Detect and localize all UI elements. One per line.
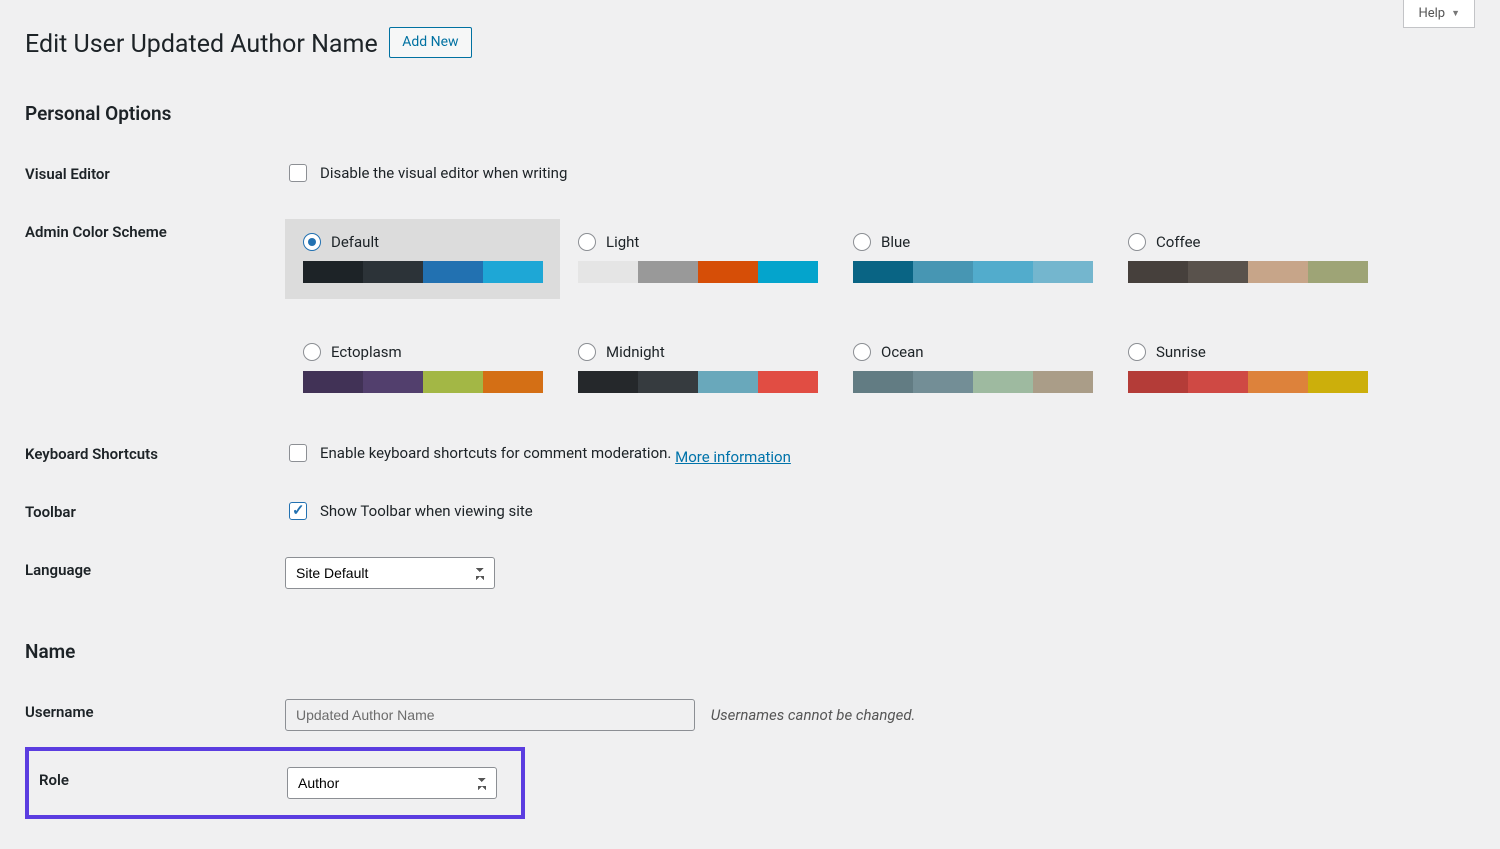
color-scheme-label: Light [606, 233, 639, 251]
color-swatch [1248, 371, 1308, 393]
toolbar-checkbox[interactable] [289, 502, 307, 520]
color-scheme-option[interactable]: Midnight [560, 329, 835, 409]
keyboard-shortcuts-field[interactable]: Enable keyboard shortcuts for comment mo… [285, 441, 671, 465]
color-swatch [913, 261, 973, 283]
radio-icon [578, 233, 596, 251]
color-scheme-option[interactable]: Blue [835, 219, 1110, 299]
help-tab[interactable]: Help ▼ [1403, 0, 1475, 28]
color-swatch [578, 261, 638, 283]
visual-editor-checkbox[interactable] [289, 164, 307, 182]
color-scheme-label: Ectoplasm [331, 343, 402, 361]
section-name: Name [25, 640, 1475, 663]
radio-icon [853, 343, 871, 361]
color-scheme-option[interactable]: Light [560, 219, 835, 299]
color-swatch [1308, 261, 1368, 283]
color-swatch [698, 261, 758, 283]
color-scheme-label: Midnight [606, 343, 665, 361]
color-scheme-option[interactable]: Coffee [1110, 219, 1385, 299]
color-swatches [853, 371, 1093, 393]
color-swatch [483, 261, 543, 283]
label-admin-color-scheme: Admin Color Scheme [25, 203, 285, 425]
keyboard-shortcuts-checkbox[interactable] [289, 444, 307, 462]
page-title: Edit User Updated Author Name [25, 30, 378, 59]
color-scheme-label: Blue [881, 233, 910, 251]
keyboard-shortcuts-checkbox-label: Enable keyboard shortcuts for comment mo… [320, 444, 671, 462]
label-username: Username [25, 683, 285, 747]
color-swatches [578, 371, 818, 393]
radio-icon [303, 233, 321, 251]
color-swatch [973, 371, 1033, 393]
toolbar-checkbox-label: Show Toolbar when viewing site [320, 502, 533, 520]
color-swatch [638, 261, 698, 283]
color-swatch [1248, 261, 1308, 283]
language-select[interactable]: Site Default [285, 557, 495, 589]
visual-editor-checkbox-label: Disable the visual editor when writing [320, 164, 567, 182]
color-swatch [758, 261, 818, 283]
color-scheme-option[interactable]: Ectoplasm [285, 329, 560, 409]
color-scheme-option[interactable]: Default [285, 219, 560, 299]
color-scheme-label: Coffee [1156, 233, 1200, 251]
visual-editor-field[interactable]: Disable the visual editor when writing [285, 161, 567, 185]
color-scheme-label: Default [331, 233, 379, 251]
color-swatch [363, 261, 423, 283]
color-scheme-label: Sunrise [1156, 343, 1206, 361]
label-keyboard-shortcuts: Keyboard Shortcuts [25, 425, 285, 483]
chevron-down-icon: ▼ [1451, 8, 1460, 19]
add-new-button[interactable]: Add New [389, 27, 471, 58]
username-input [285, 699, 695, 731]
keyboard-shortcuts-more-info-link[interactable]: More information [675, 448, 791, 466]
color-swatch [1188, 261, 1248, 283]
color-swatch [913, 371, 973, 393]
radio-icon [1128, 343, 1146, 361]
color-swatch [1308, 371, 1368, 393]
color-swatch [423, 261, 483, 283]
label-language: Language [25, 541, 285, 605]
color-swatch [1033, 371, 1093, 393]
color-scheme-option[interactable]: Sunrise [1110, 329, 1385, 409]
radio-icon [578, 343, 596, 361]
section-personal-options: Personal Options [25, 102, 1475, 125]
color-swatch [1128, 261, 1188, 283]
radio-icon [853, 233, 871, 251]
label-toolbar: Toolbar [25, 483, 285, 541]
color-swatch [698, 371, 758, 393]
color-swatch [758, 371, 818, 393]
label-visual-editor: Visual Editor [25, 145, 285, 203]
color-swatch [303, 261, 363, 283]
color-swatch [1033, 261, 1093, 283]
color-swatches [303, 371, 543, 393]
toolbar-field[interactable]: Show Toolbar when viewing site [285, 499, 533, 523]
color-swatches [303, 261, 543, 283]
color-swatch [1188, 371, 1248, 393]
color-swatches [853, 261, 1093, 283]
color-swatch [423, 371, 483, 393]
color-swatch [303, 371, 363, 393]
color-swatch [363, 371, 423, 393]
color-scheme-label: Ocean [881, 343, 924, 361]
color-swatches [1128, 261, 1368, 283]
color-swatch [638, 371, 698, 393]
color-schemes-grid: Default Light Blue Coffee Ectoplasm Midnight O… [285, 219, 1475, 409]
radio-icon [303, 343, 321, 361]
username-note: Usernames cannot be changed. [711, 706, 916, 724]
role-select[interactable]: Author [287, 767, 497, 799]
color-swatch [483, 371, 543, 393]
label-role: Role [27, 749, 287, 817]
color-swatch [853, 261, 913, 283]
color-swatch [853, 371, 913, 393]
color-swatch [1128, 371, 1188, 393]
color-swatches [1128, 371, 1368, 393]
color-scheme-option[interactable]: Ocean [835, 329, 1110, 409]
color-swatch [973, 261, 1033, 283]
color-swatches [578, 261, 818, 283]
help-label: Help [1418, 6, 1445, 21]
radio-icon [1128, 233, 1146, 251]
color-swatch [578, 371, 638, 393]
